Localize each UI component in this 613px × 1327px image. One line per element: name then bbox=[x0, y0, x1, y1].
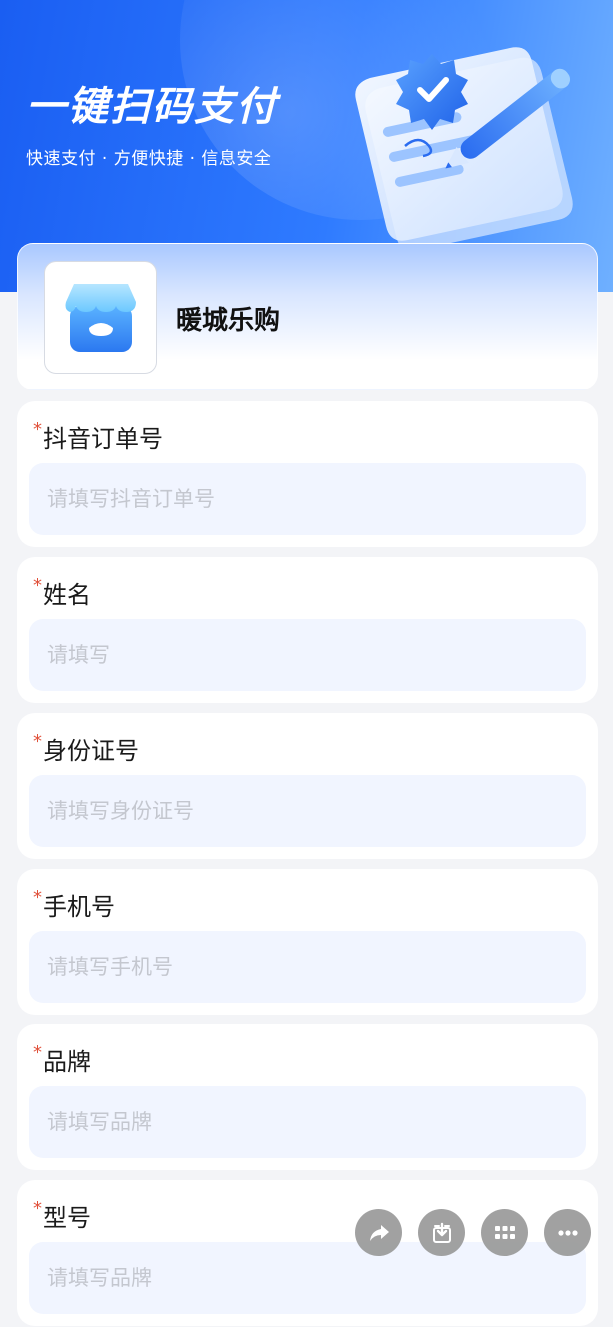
download-button[interactable] bbox=[418, 1209, 465, 1256]
brand-input[interactable] bbox=[29, 1086, 586, 1158]
field-card-name: *姓名 bbox=[17, 557, 598, 703]
more-icon bbox=[557, 1229, 578, 1236]
field-label-text: 姓名 bbox=[43, 581, 91, 609]
field-card-phone: *手机号 bbox=[17, 869, 598, 1015]
store-logo bbox=[44, 261, 157, 374]
field-label: *品牌 bbox=[33, 1042, 91, 1077]
field-label: *型号 bbox=[33, 1198, 91, 1233]
field-label: *抖音订单号 bbox=[33, 419, 163, 454]
required-mark: * bbox=[33, 1042, 42, 1063]
grid-menu-button[interactable] bbox=[481, 1209, 528, 1256]
store-card: 暖城乐购 bbox=[17, 243, 598, 390]
hero-title: 一键扫码支付 bbox=[26, 84, 278, 130]
field-label-text: 手机号 bbox=[43, 893, 115, 921]
name-input[interactable] bbox=[29, 619, 586, 691]
field-card-brand: *品牌 bbox=[17, 1024, 598, 1170]
field-label: *手机号 bbox=[33, 887, 115, 922]
required-mark: * bbox=[33, 419, 42, 440]
required-mark: * bbox=[33, 1198, 42, 1219]
field-card-id-number: *身份证号 bbox=[17, 713, 598, 859]
required-mark: * bbox=[33, 575, 42, 596]
field-label-text: 抖音订单号 bbox=[43, 425, 163, 453]
shop-icon bbox=[65, 283, 136, 352]
field-label-text: 型号 bbox=[43, 1204, 91, 1232]
field-label-text: 品牌 bbox=[43, 1048, 91, 1076]
phone-input[interactable] bbox=[29, 931, 586, 1003]
more-button[interactable] bbox=[544, 1209, 591, 1256]
required-mark: * bbox=[33, 731, 42, 752]
document-pen-illustration bbox=[355, 47, 573, 251]
hero-subtitle: 快速支付 · 方便快捷 · 信息安全 bbox=[26, 149, 272, 169]
grid-menu-icon bbox=[494, 1225, 515, 1239]
field-card-order-number: *抖音订单号 bbox=[17, 401, 598, 547]
required-mark: * bbox=[33, 887, 42, 908]
store-name: 暖城乐购 bbox=[176, 306, 281, 336]
share-icon bbox=[369, 1224, 389, 1241]
order-number-input[interactable] bbox=[29, 463, 586, 535]
field-label: *姓名 bbox=[33, 575, 91, 610]
download-icon bbox=[432, 1222, 451, 1243]
field-label-text: 身份证号 bbox=[43, 737, 139, 765]
share-button[interactable] bbox=[355, 1209, 402, 1256]
id-number-input[interactable] bbox=[29, 775, 586, 847]
field-label: *身份证号 bbox=[33, 731, 139, 766]
